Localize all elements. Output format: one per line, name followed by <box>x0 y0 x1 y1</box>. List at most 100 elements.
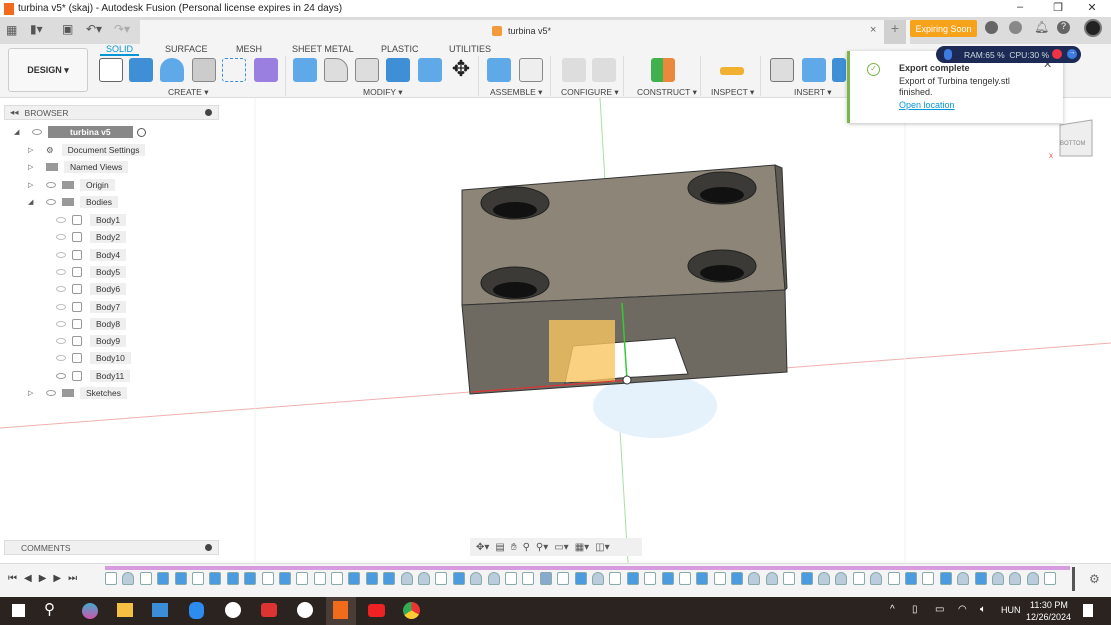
timeline-revolve-icon[interactable] <box>470 572 483 585</box>
timeline-revolve-icon[interactable] <box>991 572 1004 585</box>
extrude-icon[interactable] <box>129 58 153 82</box>
help-icon[interactable]: ? <box>1057 21 1070 34</box>
outlook-icon[interactable] <box>152 603 168 617</box>
timeline-extrude-icon[interactable] <box>452 572 465 585</box>
look-at-icon[interactable]: ▤ <box>495 542 504 553</box>
timeline-sketch-icon[interactable] <box>922 572 935 585</box>
combine-icon[interactable] <box>386 58 410 82</box>
timeline-extrude-icon[interactable] <box>904 572 917 585</box>
tab-surface[interactable]: SURFACE <box>165 44 208 54</box>
app-icon[interactable] <box>297 602 313 618</box>
timeline-sketch-icon[interactable] <box>504 572 517 585</box>
form-icon[interactable] <box>254 58 278 82</box>
timeline-sketch-icon[interactable] <box>261 572 274 585</box>
eye-icon[interactable] <box>32 129 42 135</box>
browser-body-item[interactable]: Body11 <box>56 369 131 383</box>
timeline-sketch-icon[interactable] <box>522 572 535 585</box>
open-location-link[interactable]: Open location <box>899 100 955 110</box>
timeline-extrude-icon[interactable] <box>731 572 744 585</box>
expand-triangle-icon[interactable]: ▷ <box>28 389 36 397</box>
collapse-icon[interactable]: ◂◂ <box>10 107 19 118</box>
notification-center-icon[interactable] <box>1083 604 1093 617</box>
timeline-revolve-icon[interactable] <box>418 572 431 585</box>
timeline-revolve-icon[interactable] <box>957 572 970 585</box>
undo-icon[interactable]: ↶▾ <box>86 22 102 36</box>
new-component-icon[interactable] <box>487 58 511 82</box>
expand-triangle-icon[interactable]: ▷ <box>28 146 36 154</box>
timeline-extrude-icon[interactable] <box>365 572 378 585</box>
timeline-extrude-icon[interactable] <box>800 572 813 585</box>
pan-icon[interactable]: ✋︎ <box>511 542 517 553</box>
3d-viewport[interactable]: BOTTOM X <box>0 98 1111 563</box>
browser-body-item[interactable]: Body1 <box>56 213 127 227</box>
file-explorer-icon[interactable] <box>117 603 133 617</box>
browser-body-item[interactable]: Body6 <box>56 282 127 296</box>
timeline-settings-icon[interactable]: ⚙ <box>1089 572 1100 586</box>
timeline-sketch-icon[interactable] <box>557 572 570 585</box>
browser-body-item[interactable]: Body7 <box>56 300 127 314</box>
collapse-triangle-icon[interactable]: ◢ <box>28 198 36 206</box>
wifi-icon[interactable]: ◠ <box>958 604 967 615</box>
browser-root-item[interactable]: ◢ turbina v5 <box>14 125 146 139</box>
revolve-icon[interactable] <box>160 58 184 82</box>
youtube-icon[interactable] <box>368 604 385 617</box>
timeline-sketch-icon[interactable] <box>678 572 691 585</box>
zoom-icon[interactable]: ⚲ <box>523 542 530 553</box>
volume-icon[interactable]: 🔈︎ <box>980 604 986 615</box>
eye-hidden-icon[interactable] <box>56 234 66 241</box>
inspect-menu[interactable]: INSPECT ▾ <box>711 87 754 98</box>
create-menu[interactable]: CREATE ▾ <box>168 87 208 98</box>
insert-menu[interactable]: INSERT ▾ <box>794 87 832 98</box>
pattern-icon[interactable] <box>222 58 246 82</box>
add-comment-icon[interactable] <box>205 544 212 551</box>
hole-icon[interactable] <box>192 58 216 82</box>
file-menu-icon[interactable]: ▮▾ <box>30 22 43 36</box>
browser-body-item[interactable]: Body4 <box>56 248 127 262</box>
timeline-sketch-icon[interactable] <box>852 572 865 585</box>
assemble-menu[interactable]: ASSEMBLE ▾ <box>490 87 542 98</box>
browser-panel-header[interactable]: ◂◂ BROWSER <box>4 105 219 120</box>
browser-item-sketches[interactable]: ▷ Sketches <box>28 386 127 400</box>
step-forward-icon[interactable]: ▶ <box>53 573 61 584</box>
clock-date[interactable]: 12/26/2024 <box>1026 612 1071 622</box>
browser-item[interactable]: ▷ Origin <box>28 178 115 192</box>
timeline-sketch-icon[interactable] <box>644 572 657 585</box>
timeline-sketch-icon[interactable] <box>435 572 448 585</box>
arrow-right-icon[interactable]: → <box>1067 49 1077 59</box>
model-canvas[interactable] <box>0 98 1111 563</box>
timeline-extrude-icon[interactable] <box>157 572 170 585</box>
tab-utilities[interactable]: UTILITIES <box>449 44 491 54</box>
zoom-window-icon[interactable]: ⚲▾ <box>536 542 548 553</box>
grid-icon[interactable]: ▦▾ <box>575 542 589 553</box>
timeline-revolve-icon[interactable] <box>1009 572 1022 585</box>
eye-icon[interactable] <box>46 199 56 205</box>
app-icon[interactable] <box>225 602 241 618</box>
viewports-icon[interactable]: ◫▾ <box>595 542 609 553</box>
timeline-revolve-icon[interactable] <box>870 572 883 585</box>
browser-item[interactable]: ▷ Named Views <box>28 160 129 174</box>
timeline-extrude-icon[interactable] <box>278 572 291 585</box>
close-button[interactable]: ✕ <box>1077 1 1107 14</box>
timeline-extrude-icon[interactable] <box>939 572 952 585</box>
timeline-sketch-icon[interactable] <box>139 572 152 585</box>
timeline-extrude-icon[interactable] <box>574 572 587 585</box>
timeline-extrude-icon[interactable] <box>626 572 639 585</box>
eye-hidden-icon[interactable] <box>56 320 66 327</box>
expiring-soon-button[interactable]: Expiring Soon <box>910 20 977 37</box>
timeline-extrude-icon[interactable] <box>383 572 396 585</box>
timeline-sketch-icon[interactable] <box>105 572 117 585</box>
timeline-revolve-icon[interactable] <box>591 572 604 585</box>
pin-icon[interactable] <box>205 109 212 116</box>
split-face-icon[interactable] <box>418 58 442 82</box>
timeline-sketch-icon[interactable] <box>296 572 309 585</box>
timeline-revolve-icon[interactable] <box>818 572 831 585</box>
timeline-revolve-icon[interactable] <box>835 572 848 585</box>
app-store-icon[interactable] <box>189 602 204 619</box>
orbit-icon[interactable]: ✥▾ <box>476 542 489 553</box>
save-icon[interactable]: ▣ <box>62 22 73 36</box>
tab-solid[interactable]: SOLID <box>100 44 140 56</box>
timeline-extrude-icon[interactable] <box>696 572 709 585</box>
insert-derive-icon[interactable] <box>770 58 794 82</box>
settings-badge-icon[interactable] <box>1052 49 1062 59</box>
play-icon[interactable]: ▶ <box>39 573 47 584</box>
